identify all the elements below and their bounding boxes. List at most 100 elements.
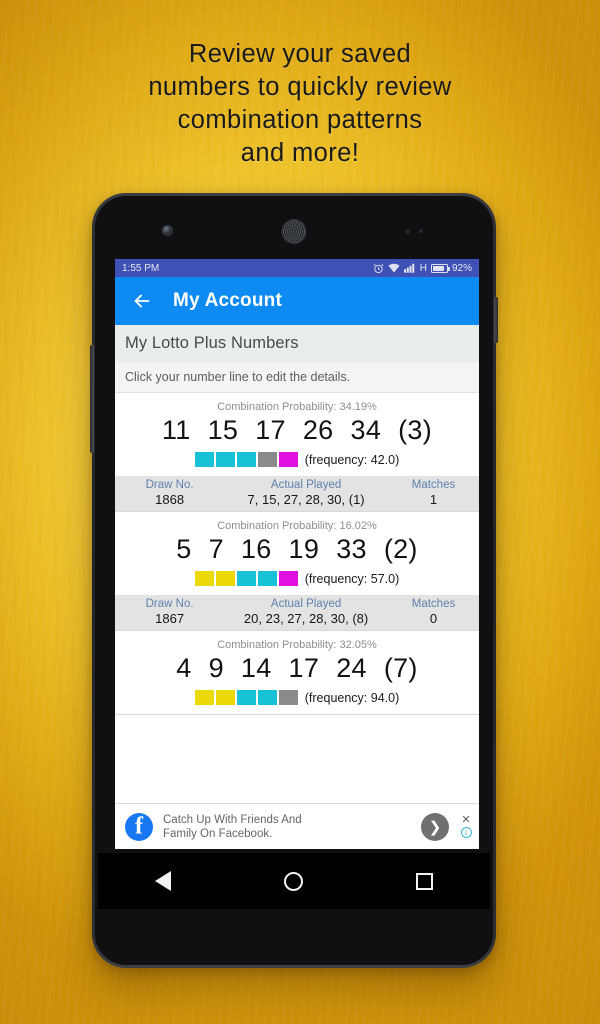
pattern-swatch <box>257 571 277 586</box>
frequency-label: (frequency: 94.0) <box>304 690 400 705</box>
power-button[interactable] <box>494 297 498 343</box>
section-hint: Click your number line to edit the detai… <box>115 363 479 393</box>
front-camera-icon <box>163 226 172 235</box>
number-row: 4 9 14 17 24 (7) <box>115 652 479 688</box>
column-header-draw: Draw No. <box>145 598 194 610</box>
ad-line-2: Family On Facebook. <box>163 827 273 840</box>
lotto-number: 24 <box>336 653 367 683</box>
lotto-number: 19 <box>288 534 320 564</box>
number-row: 11 15 17 26 34 (3) <box>115 414 479 450</box>
bonus-number: (7) <box>383 653 418 683</box>
pattern-swatch <box>278 690 298 705</box>
ad-banner[interactable]: Catch Up With Friends And Family On Face… <box>115 803 479 849</box>
draw-no-value: 1868 <box>155 492 185 507</box>
battery-level-label: 92% <box>451 262 472 274</box>
pattern-swatch <box>257 452 277 467</box>
lotto-number: 17 <box>255 415 286 445</box>
headline-line-1: Review your saved <box>188 40 412 68</box>
draw-result-table: Draw No. Actual Played Matches 1868 7, 1… <box>115 476 479 511</box>
lotto-number: 14 <box>240 653 272 683</box>
nav-home-icon[interactable] <box>283 871 303 891</box>
pattern-swatch <box>194 690 214 705</box>
nav-back-icon[interactable] <box>154 871 171 891</box>
number-line-card[interactable]: Combination Probability: 34.19% 11 15 17… <box>115 393 479 512</box>
table-header-row: Draw No. Actual Played Matches <box>115 479 479 491</box>
pattern-swatches <box>194 571 298 586</box>
alarm-clock-icon <box>373 263 384 274</box>
android-nav-bar <box>98 853 490 909</box>
pattern-swatch <box>278 452 298 467</box>
lotto-number: 15 <box>207 415 239 445</box>
volume-rocker-button[interactable] <box>90 345 94 453</box>
pattern-swatch <box>215 571 235 586</box>
frequency-label: (frequency: 57.0) <box>304 571 400 586</box>
pattern-swatch <box>236 452 256 467</box>
column-header-matches: Matches <box>411 598 456 610</box>
pattern-swatches <box>194 690 298 705</box>
lotto-number: 34 <box>350 415 382 445</box>
matches-value: 1 <box>429 492 438 507</box>
lotto-number: 33 <box>336 534 367 564</box>
frequency-row: (frequency: 94.0) <box>115 688 479 714</box>
actual-played-value: 7, 15, 27, 28, 30, (1) <box>247 492 365 507</box>
table-header-row: Draw No. Actual Played Matches <box>115 598 479 610</box>
column-header-played: Actual Played <box>270 479 342 491</box>
column-header-played: Actual Played <box>270 598 342 610</box>
lotto-number: 4 <box>176 653 192 683</box>
headline-line-3: combination patterns <box>177 106 423 134</box>
status-bar-time: 1:55 PM <box>122 262 160 274</box>
cellular-signal-icon <box>403 263 416 273</box>
phone-bezel: 1:55 PM H 92% My Account My Lotto Plus N… <box>95 196 493 965</box>
lotto-number: 11 <box>161 415 191 445</box>
lotto-number: 17 <box>288 653 320 683</box>
column-header-matches: Matches <box>411 479 456 491</box>
number-line-card[interactable]: Combination Probability: 32.05% 4 9 14 1… <box>115 631 479 715</box>
draw-result-table: Draw No. Actual Played Matches 1867 20, … <box>115 595 479 630</box>
table-row: 1868 7, 15, 27, 28, 30, (1) 1 <box>115 491 479 507</box>
headline-line-4: and more! <box>240 139 360 167</box>
info-icon[interactable]: i <box>460 827 472 838</box>
frequency-row: (frequency: 57.0) <box>115 569 479 595</box>
pattern-swatch <box>215 690 235 705</box>
number-line-card[interactable]: Combination Probability: 16.02% 5 7 16 1… <box>115 512 479 631</box>
frequency-row: (frequency: 42.0) <box>115 450 479 476</box>
section-header: My Lotto Plus Numbers <box>115 325 479 363</box>
app-bar: My Account <box>115 277 479 325</box>
phone-mockup: 1:55 PM H 92% My Account My Lotto Plus N… <box>90 193 498 968</box>
promo-headline: Review your saved numbers to quickly rev… <box>0 38 600 170</box>
lotto-number: 5 <box>176 534 192 564</box>
proximity-sensor-icon <box>405 229 435 235</box>
close-icon[interactable]: ✕ <box>461 815 470 826</box>
pattern-swatch <box>194 452 214 467</box>
pattern-swatch <box>236 690 256 705</box>
lotto-number: 7 <box>208 534 224 564</box>
pattern-swatch <box>194 571 214 586</box>
phone-screen: 1:55 PM H 92% My Account My Lotto Plus N… <box>115 259 479 849</box>
ad-line-1: Catch Up With Friends And <box>163 813 302 826</box>
pattern-swatch <box>278 571 298 586</box>
nav-recents-icon[interactable] <box>416 872 434 890</box>
lotto-number: 16 <box>240 534 272 564</box>
actual-played-value: 20, 23, 27, 28, 30, (8) <box>243 611 369 626</box>
network-type-label: H <box>419 262 427 274</box>
matches-value: 0 <box>429 611 438 626</box>
chevron-right-icon[interactable]: ❯ <box>421 812 449 841</box>
column-header-draw: Draw No. <box>145 479 194 491</box>
bonus-number: (2) <box>383 534 418 564</box>
combination-probability: Combination Probability: 16.02% <box>217 520 377 532</box>
lotto-number: 26 <box>302 415 334 445</box>
pattern-swatch <box>215 452 235 467</box>
battery-icon <box>430 263 450 273</box>
number-row: 5 7 16 19 33 (2) <box>115 533 479 569</box>
headline-line-2: numbers to quickly review <box>148 73 452 101</box>
pattern-swatch <box>236 571 256 586</box>
table-row: 1867 20, 23, 27, 28, 30, (8) 0 <box>115 610 479 626</box>
back-arrow-icon[interactable] <box>131 290 153 312</box>
combination-probability: Combination Probability: 34.19% <box>217 401 377 413</box>
combination-probability: Combination Probability: 32.05% <box>217 639 377 651</box>
facebook-logo-icon <box>125 812 153 841</box>
draw-no-value: 1867 <box>155 611 185 626</box>
ad-text: Catch Up With Friends And Family On Face… <box>163 813 411 841</box>
lotto-number: 9 <box>208 653 224 683</box>
pattern-swatches <box>194 452 298 467</box>
